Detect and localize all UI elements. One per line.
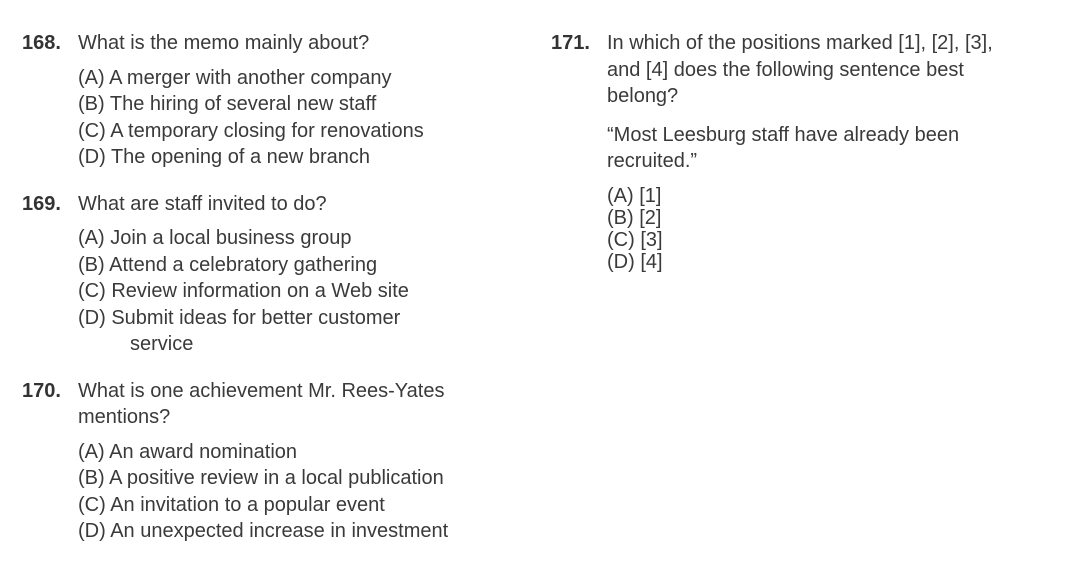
question-text: What are staff invited to do? — [78, 192, 327, 215]
answer-options: (A) Join a local business group (B) Atte… — [78, 225, 522, 358]
question-169: 169. What are staff invited to do? (A) J… — [22, 191, 522, 358]
question-text-line-1: What is one achievement Mr. Rees-Yates — [78, 379, 445, 402]
option-d: (D) An unexpected increase in investment — [78, 520, 449, 542]
question-text-line-2: mentions? — [78, 406, 171, 428]
option-a: (A) [1] — [607, 184, 662, 207]
answer-options: (A) A merger with another company (B) Th… — [78, 65, 522, 171]
question-text-line-1: In which of the positions marked [1], [2… — [607, 32, 993, 54]
question-171: 171. In which of the positions marked [1… — [551, 30, 1021, 273]
option-d-text: (D) Submit ideas for better customer — [78, 306, 401, 329]
option-c: (C) An invitation to a popular event — [78, 493, 385, 516]
answer-options: (A) An award nomination (B) A positive r… — [78, 439, 522, 545]
option-b: (B) Attend a celebratory gathering — [78, 253, 378, 276]
question-168: 168. What is the memo mainly about? (A) … — [22, 30, 522, 171]
option-a: (A) An award nomination — [78, 440, 298, 463]
question-number: 168. — [22, 32, 61, 54]
option-c: (C) Review information on a Web site — [78, 280, 409, 302]
question-text-line-2: and [4] does the following sentence best — [607, 58, 964, 81]
question-text-line-3: belong? — [607, 85, 679, 107]
question-number: 171. — [551, 32, 590, 54]
question-number: 170. — [22, 379, 61, 402]
question-170: 170. What is one achievement Mr. Rees-Ya… — [22, 378, 522, 545]
option-b: (B) [2] — [607, 206, 662, 229]
question-number: 169. — [22, 192, 61, 215]
option-d: (D) [4] — [607, 250, 663, 273]
question-text: In which of the positions marked [1], [2… — [607, 30, 1021, 110]
option-c: (C) A temporary closing for renovations — [78, 119, 424, 142]
question-text: What is the memo mainly about? — [78, 32, 370, 54]
option-d-continuation: service — [130, 333, 194, 355]
option-a: (A) A merger with another company — [78, 66, 392, 89]
quote-line-1: “Most Leesburg staff have already been — [607, 123, 960, 146]
question-text: What is one achievement Mr. Rees-Yates m… — [78, 378, 522, 431]
left-column: 168. What is the memo mainly about? (A) … — [22, 30, 522, 545]
answer-options: (A) [1] (B) [2] (C) [3] (D) [4] — [607, 185, 1021, 273]
quote-line-2: recruited.” — [607, 150, 698, 172]
option-d: (D) Submit ideas for better customer ser… — [78, 305, 522, 358]
option-a: (A) Join a local business group — [78, 227, 352, 249]
quoted-sentence: “Most Leesburg staff have already been r… — [607, 122, 1021, 175]
option-c: (C) [3] — [607, 228, 663, 251]
option-b: (B) The hiring of several new staff — [78, 93, 377, 115]
option-b: (B) A positive review in a local publica… — [78, 467, 444, 489]
option-d: (D) The opening of a new branch — [78, 146, 371, 168]
